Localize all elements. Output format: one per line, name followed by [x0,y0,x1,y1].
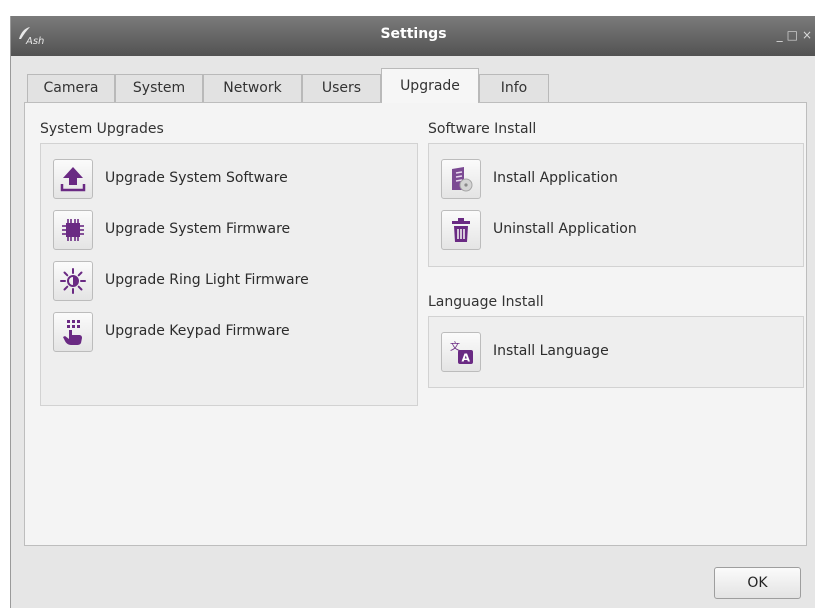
tab-network[interactable]: Network [203,74,302,102]
install-language-button[interactable]: 文 A Install Language [441,332,781,374]
upgrade-ring-light-firmware-label: Upgrade Ring Light Firmware [105,272,309,288]
settings-window: Ash Settings _ □ × Camera System Network U… [10,16,815,608]
tab-info[interactable]: Info [479,74,549,102]
tab-camera[interactable]: Camera [27,74,115,102]
translate-icon[interactable]: 文 A [441,332,481,372]
uninstall-application-button[interactable]: Uninstall Application [441,210,781,252]
upgrade-ring-light-firmware-button[interactable]: Upgrade Ring Light Firmware [53,261,393,303]
upgrade-keypad-firmware-button[interactable]: Upgrade Keypad Firmware [53,312,393,354]
software-install-title: Software Install [428,121,537,137]
upgrade-system-firmware-button[interactable]: Upgrade System Firmware [53,210,393,252]
tab-users[interactable]: Users [302,74,381,102]
upgrade-system-firmware-label: Upgrade System Firmware [105,221,291,237]
install-application-button[interactable]: Install Application [441,159,781,201]
language-install-title: Language Install [428,294,544,310]
software-install-group: Install Application Uninstall Applicatio… [428,143,804,267]
tab-upgrade[interactable]: Upgrade [381,68,479,103]
close-icon[interactable]: × [802,28,812,42]
upload-icon[interactable] [53,159,93,199]
minimize-icon[interactable]: _ [777,28,783,42]
ring-light-icon[interactable] [53,261,93,301]
upgrade-keypad-firmware-label: Upgrade Keypad Firmware [105,323,290,339]
system-upgrades-title: System Upgrades [40,121,164,137]
uninstall-application-label: Uninstall Application [493,221,637,237]
ok-button[interactable]: OK [714,567,801,599]
upgrade-tab-panel: System Upgrades Upgrade System Software [24,102,807,546]
window-title: Settings [380,26,447,42]
title-bar[interactable]: Ash Settings _ □ × [11,16,815,56]
install-language-label: Install Language [493,343,609,359]
upgrade-system-software-label: Upgrade System Software [105,170,288,186]
tab-system[interactable]: System [115,74,203,102]
trash-icon[interactable] [441,210,481,250]
language-install-group: 文 A Install Language [428,316,804,388]
svg-text:A: A [462,352,471,365]
system-upgrades-group: Upgrade System Software Upgrade System F… [40,143,418,406]
install-application-label: Install Application [493,170,618,186]
install-package-icon[interactable] [441,159,481,199]
window-controls: _ □ × [777,28,815,42]
chip-icon[interactable] [53,210,93,250]
maximize-icon[interactable]: □ [787,28,798,42]
upgrade-system-software-button[interactable]: Upgrade System Software [53,159,393,201]
keypad-touch-icon[interactable] [53,312,93,352]
